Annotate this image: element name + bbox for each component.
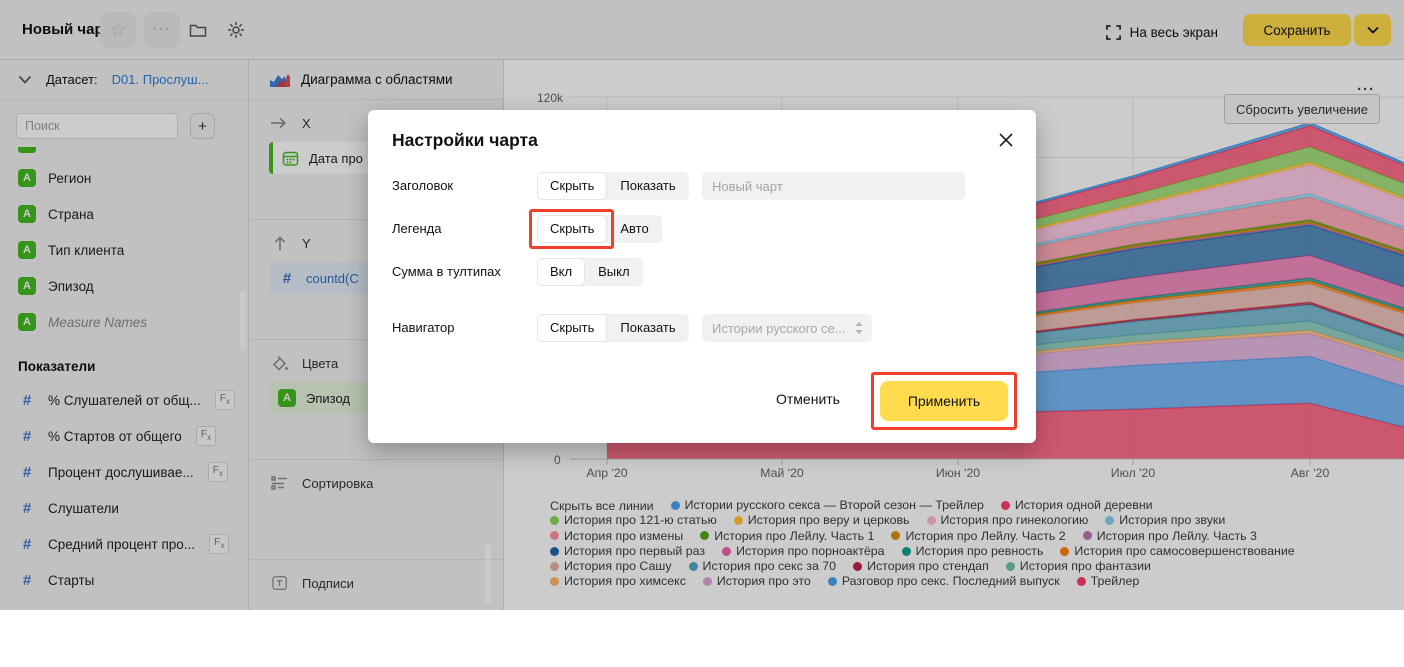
legend-row-label: Легенда — [392, 221, 441, 236]
tooltip-sum-toggle: Вкл Выкл — [537, 258, 643, 286]
chart-editor-app: Новый чарт ☆ ··· На весь экран Сохранить… — [0, 0, 1404, 610]
navigator-series-value: Истории русского се... — [712, 321, 846, 336]
legend-auto-option[interactable]: Авто — [607, 215, 661, 243]
tooltip-sum-row-label: Сумма в тултипах — [392, 264, 501, 279]
apply-button[interactable]: Применить — [880, 381, 1008, 421]
navigator-show-option[interactable]: Показать — [607, 314, 688, 342]
title-hide-option[interactable]: Скрыть — [537, 172, 607, 200]
title-row-label: Заголовок — [392, 178, 453, 193]
navigator-hide-option[interactable]: Скрыть — [537, 314, 607, 342]
navigator-row-label: Навигатор — [392, 320, 454, 335]
chart-settings-modal: Настройки чарта Заголовок Скрыть Показат… — [368, 110, 1036, 443]
cancel-button[interactable]: Отменить — [776, 391, 840, 407]
close-icon[interactable] — [998, 132, 1014, 148]
legend-toggle: Скрыть Авто — [537, 215, 662, 243]
tooltip-sum-off-option[interactable]: Выкл — [585, 258, 642, 286]
modal-title: Настройки чарта — [392, 130, 538, 151]
tooltip-sum-on-option[interactable]: Вкл — [537, 258, 585, 286]
title-toggle: Скрыть Показать — [537, 172, 689, 200]
navigator-series-select[interactable]: Истории русского се... — [702, 314, 872, 342]
title-show-option[interactable]: Показать — [607, 172, 688, 200]
navigator-toggle: Скрыть Показать — [537, 314, 689, 342]
chart-title-input[interactable] — [702, 172, 965, 200]
select-arrows-icon — [854, 321, 864, 335]
legend-hide-option[interactable]: Скрыть — [537, 215, 607, 243]
